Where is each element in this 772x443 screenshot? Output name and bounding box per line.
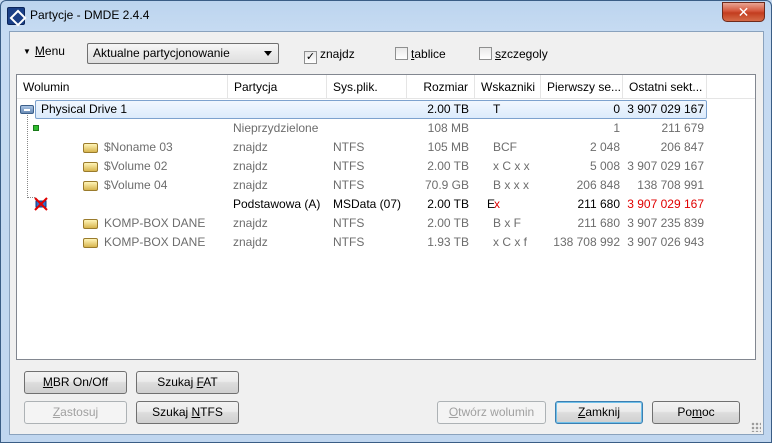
dialog-client: ▼ Menu Aktualne partycjonowanie ✓ znajdz t…: [9, 31, 764, 435]
checkbox-box[interactable]: ✓: [304, 51, 317, 64]
window-title: Partycje - DMDE 2.4.4: [30, 8, 150, 22]
menu-button[interactable]: ▼ Menu: [23, 44, 65, 58]
column-header-first-sector[interactable]: Pierwszy se...: [541, 75, 623, 99]
open-volume-button[interactable]: Otwórz wolumin: [437, 401, 546, 424]
resize-grip-icon[interactable]: [751, 422, 761, 432]
volume-icon: [83, 162, 98, 172]
volume-icon: [83, 219, 98, 229]
table-row[interactable]: $Noname 03 znajdz NTFS 105 MB BCF 2 048 …: [17, 138, 755, 157]
column-header-wolumin[interactable]: Wolumin: [17, 75, 228, 99]
checkbox-znajdz[interactable]: ✓ znajdz: [304, 47, 355, 64]
hard-drive-icon: [20, 105, 34, 114]
partitioning-combo[interactable]: Aktualne partycjonowanie: [87, 43, 279, 64]
list-header: Wolumin Partycja Sys.plik. Rozmiar Wskaz…: [17, 75, 755, 99]
table-row-physical-drive[interactable]: Physical Drive 1 2.00 TB T 0 3 907 029 1…: [17, 100, 755, 119]
dropdown-arrow-icon: ▼: [23, 47, 31, 56]
volume-icon: [83, 143, 98, 153]
mbr-on-off-button[interactable]: MBR On/Off: [24, 371, 127, 394]
table-row[interactable]: $Volume 02 znajdz NTFS 2.00 TB x C x x 5…: [17, 157, 755, 176]
chevron-down-icon: [264, 51, 272, 56]
checkbox-box[interactable]: [395, 47, 408, 60]
column-header-last-sector[interactable]: Ostatni sekt...: [623, 75, 707, 99]
close-button[interactable]: Zamknij: [555, 401, 643, 424]
table-row-primary-partition[interactable]: Podstawowa (A) MSData (07) 2.00 TB E x 2…: [17, 195, 755, 214]
search-fat-button[interactable]: Szukaj FAT: [136, 371, 239, 394]
partition-list[interactable]: Wolumin Partycja Sys.plik. Rozmiar Wskaz…: [16, 74, 756, 360]
title-bar[interactable]: Partycje - DMDE 2.4.4 ✕: [1, 1, 771, 31]
column-header-partycja[interactable]: Partycja: [228, 75, 327, 99]
column-header-size[interactable]: Rozmiar: [407, 75, 475, 99]
table-row[interactable]: KOMP-BOX DANE znajdz NTFS 2.00 TB B x F …: [17, 214, 755, 233]
close-window-button[interactable]: ✕: [722, 2, 765, 22]
search-ntfs-button[interactable]: Szukaj NTFS: [136, 401, 239, 424]
unallocated-icon: [33, 125, 39, 131]
dmde-window: Partycje - DMDE 2.4.4 ✕ ▼ Menu Aktualne p…: [0, 0, 772, 443]
combo-value: Aktualne partycjonowanie: [93, 46, 230, 60]
table-row[interactable]: $Volume 04 znajdz NTFS 70.9 GB B x x x 2…: [17, 176, 755, 195]
damaged-partition-icon: [34, 197, 48, 211]
volume-icon: [83, 238, 98, 248]
help-button[interactable]: Pomoc: [652, 401, 740, 424]
column-header-flags[interactable]: Wskazniki: [475, 75, 541, 99]
volume-icon: [83, 181, 98, 191]
column-header-filesystem[interactable]: Sys.plik.: [327, 75, 407, 99]
table-row[interactable]: Nieprzydzielone 108 MB 1 211 679: [17, 119, 755, 138]
dmde-app-icon: [7, 7, 25, 25]
checkbox-tablice[interactable]: tablice: [395, 47, 446, 61]
apply-button[interactable]: Zastosuj: [24, 401, 127, 424]
table-row[interactable]: KOMP-BOX DANE znajdz NTFS 1.93 TB x C x …: [17, 233, 755, 252]
checkbox-szczegoly[interactable]: szczegoly: [479, 47, 548, 61]
checkbox-box[interactable]: [479, 47, 492, 60]
